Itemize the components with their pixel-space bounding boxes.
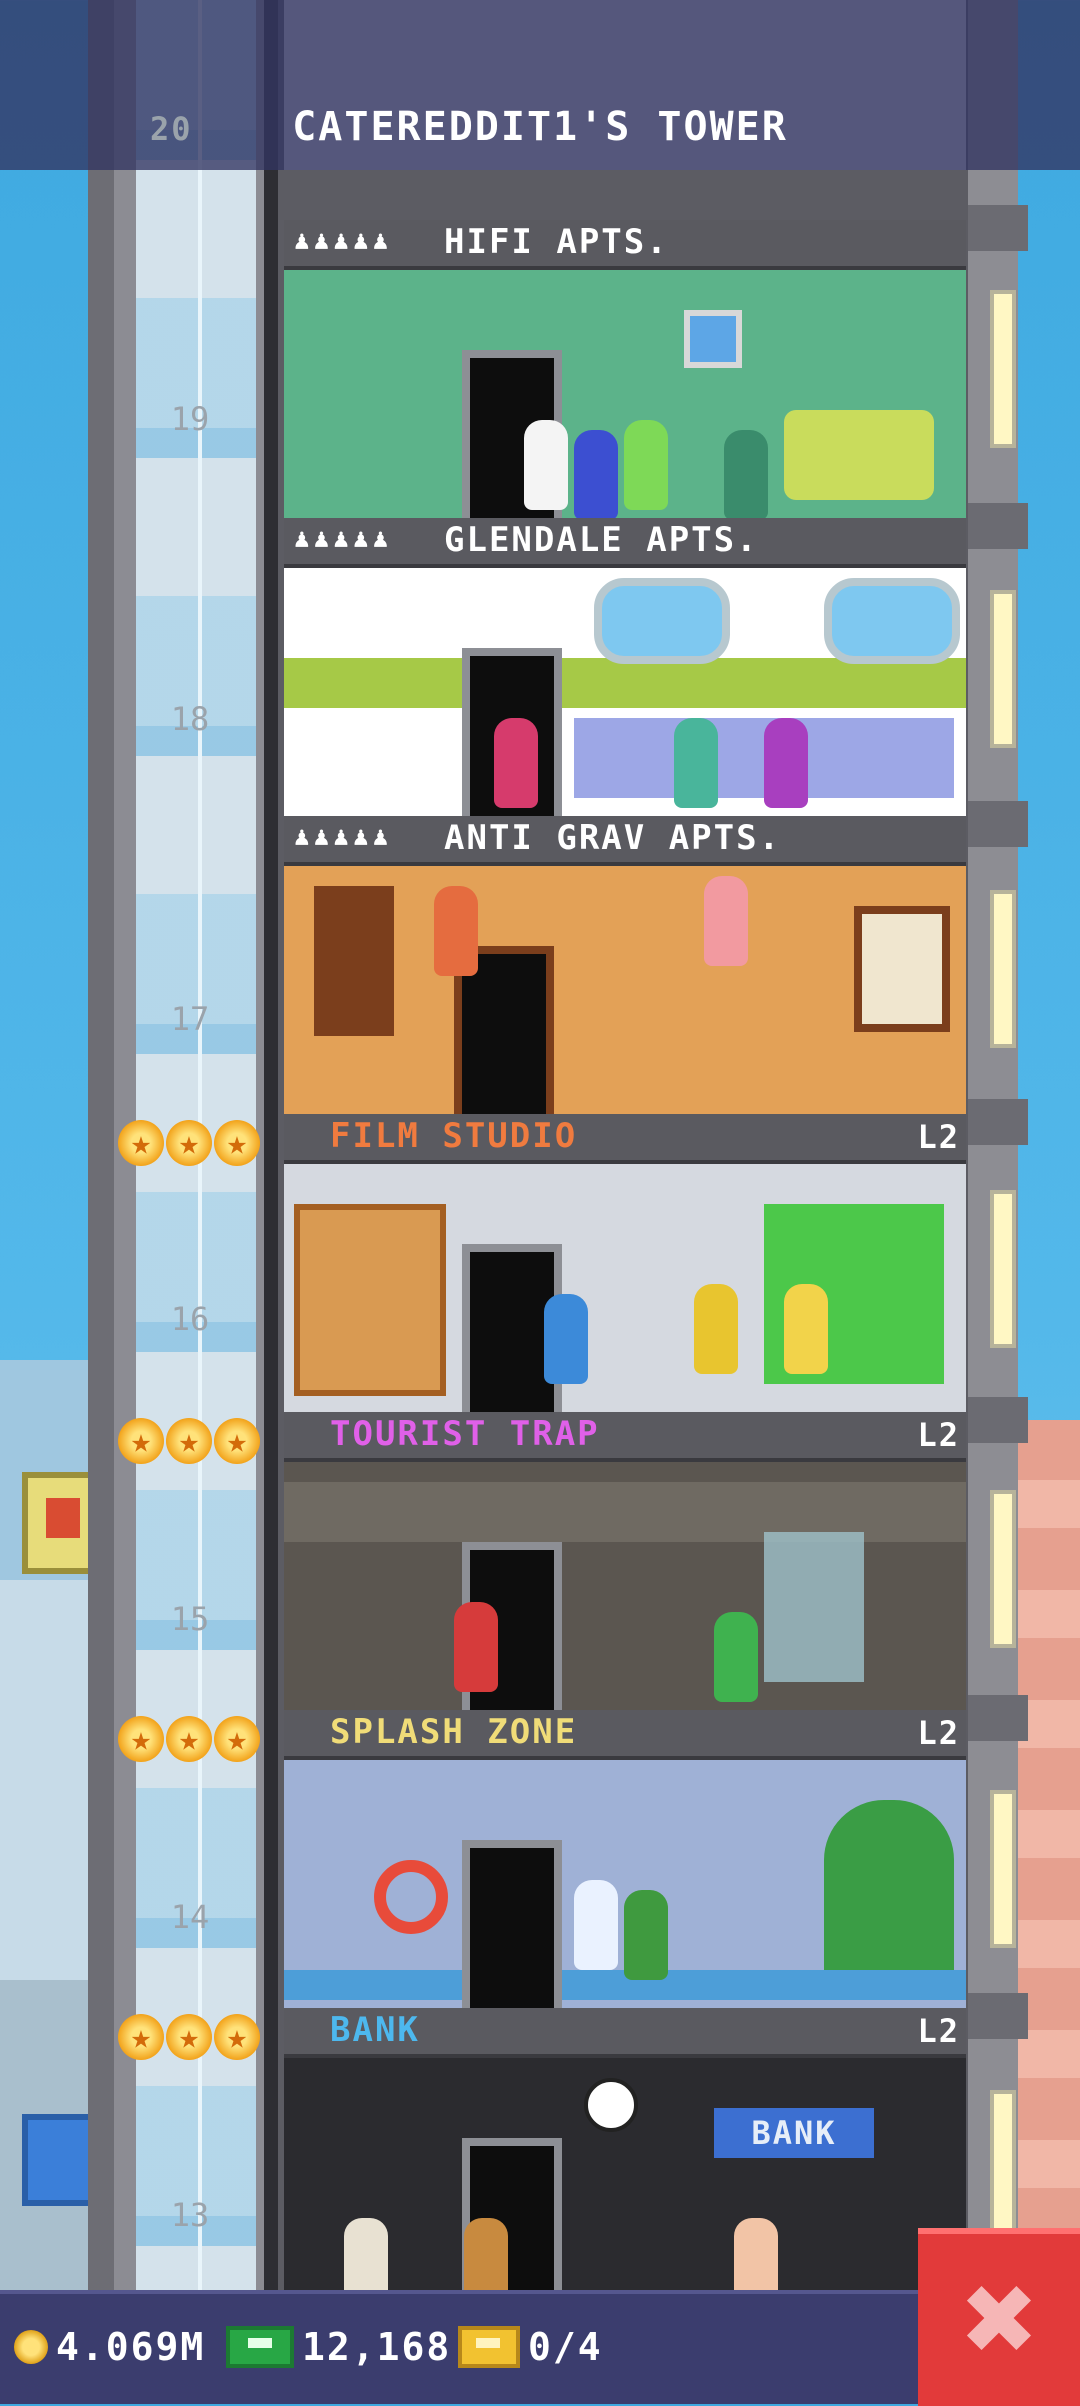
floor-level: L2 — [917, 2012, 960, 2050]
bux-value: 12,168 — [302, 2325, 452, 2369]
star-icon: ★ — [166, 1716, 212, 1762]
floor-14-splash-zone[interactable]: SPLASH ZONE L2 — [284, 1710, 966, 2008]
bux-counter[interactable]: 12,168 — [226, 2312, 451, 2382]
coins-counter[interactable]: 4.069M — [14, 2312, 205, 2382]
floor-number: 13 — [170, 2196, 210, 2234]
floor-number: 18 — [170, 700, 210, 738]
floor-stars-tourist-trap: ★ ★ ★ — [118, 1418, 268, 1468]
room-interior — [284, 568, 966, 816]
floor-name: SPLASH ZONE — [330, 1712, 578, 1752]
residents-icon: ♟♟♟♟♟ — [294, 226, 393, 256]
star-icon: ★ — [214, 1120, 260, 1166]
bank-sign: BANK — [714, 2108, 874, 2158]
floor-name: HIFI APTS. — [444, 222, 669, 262]
fries-icon — [46, 1498, 80, 1538]
business-door — [462, 1840, 562, 2008]
tower-right-column — [968, 0, 1028, 2290]
floor-number: 14 — [170, 1898, 210, 1936]
floor-number: 16 — [170, 1300, 210, 1338]
floor-18-glendale-apts[interactable]: ♟♟♟♟♟ GLENDALE APTS. — [284, 518, 966, 816]
room-interior: BANK — [284, 2058, 966, 2306]
star-icon: ★ — [214, 1418, 260, 1464]
star-icon: ★ — [118, 1716, 164, 1762]
floor-stars-splash-zone: ★ ★ ★ — [118, 1716, 268, 1766]
coin-icon — [14, 2330, 48, 2364]
floor-level: L2 — [917, 1416, 960, 1454]
residents-icon: ♟♟♟♟♟ — [294, 822, 393, 852]
star-icon: ★ — [118, 1120, 164, 1166]
floor-17-anti-grav-apts[interactable]: ♟♟♟♟♟ ANTI GRAV APTS. — [284, 816, 966, 1114]
floor-name: BANK — [330, 2010, 420, 2050]
billboard-chart — [22, 2114, 96, 2206]
residents-icon: ♟♟♟♟♟ — [294, 524, 393, 554]
floor-name: ANTI GRAV APTS. — [444, 818, 782, 858]
tickets-counter[interactable]: 0/4 — [458, 2312, 603, 2382]
floor-name: GLENDALE APTS. — [444, 520, 759, 560]
close-icon: ✖ — [958, 2264, 1040, 2376]
clock-icon — [584, 2078, 638, 2132]
floor-number: 15 — [170, 1600, 210, 1638]
life-ring-icon — [374, 1860, 448, 1934]
star-icon: ★ — [214, 2014, 260, 2060]
room-interior — [284, 270, 966, 518]
tower-title: CATEREDDIT1'S TOWER — [292, 104, 788, 150]
floor-level: L2 — [917, 1714, 960, 1752]
floor-number: 19 — [170, 400, 210, 438]
star-icon: ★ — [118, 2014, 164, 2060]
floor-19-hifi-apts[interactable]: ♟♟♟♟♟ HIFI APTS. — [284, 220, 966, 518]
room-interior — [284, 1760, 966, 2008]
floor-16-film-studio[interactable]: FILM STUDIO L2 — [284, 1114, 966, 1412]
close-button[interactable]: ✖ — [918, 2228, 1080, 2406]
floor-stars-bank: ★ ★ ★ — [118, 2014, 268, 2064]
star-icon: ★ — [166, 2014, 212, 2060]
tickets-value: 0/4 — [528, 2325, 603, 2369]
star-icon: ★ — [166, 1120, 212, 1166]
ticket-icon — [458, 2326, 520, 2368]
floor-name: FILM STUDIO — [330, 1116, 578, 1156]
bux-icon — [226, 2326, 294, 2368]
coins-value: 4.069M — [56, 2325, 206, 2369]
room-interior — [284, 866, 966, 1114]
star-icon: ★ — [214, 1716, 260, 1762]
floor-number: 17 — [170, 1000, 210, 1038]
floor-15-tourist-trap[interactable]: TOURIST TRAP L2 — [284, 1412, 966, 1710]
star-icon: ★ — [166, 1418, 212, 1464]
tower-header: 20 CATEREDDIT1'S TOWER — [0, 0, 1080, 170]
room-interior — [284, 1462, 966, 1710]
star-icon: ★ — [118, 1418, 164, 1464]
room-interior — [284, 1164, 966, 1412]
floor-stars-film-studio: ★ ★ ★ — [118, 1120, 268, 1170]
floor-level: L2 — [917, 1118, 960, 1156]
floor-name: TOURIST TRAP — [330, 1414, 600, 1454]
floor-13-bank[interactable]: BANK L2 BANK — [284, 2008, 966, 2306]
